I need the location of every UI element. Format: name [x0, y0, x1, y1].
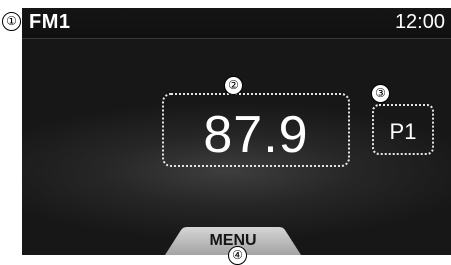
callout-marker-3: ③ [371, 84, 390, 103]
band-label[interactable]: FM1 [29, 11, 71, 34]
callout-marker-2: ② [224, 76, 243, 95]
status-bar: FM1 12:00 [22, 8, 451, 39]
preset-display[interactable]: P1 [372, 104, 434, 155]
callout-marker-4: ④ [228, 246, 247, 265]
callout-marker-1: ① [2, 12, 21, 31]
frequency-value: 87.9 [203, 106, 309, 164]
radio-screen: FM1 12:00 87.9 P1 [22, 8, 451, 255]
frequency-display[interactable]: 87.9 [162, 93, 350, 167]
clock: 12:00 [394, 11, 445, 33]
preset-value: P1 [389, 119, 417, 144]
